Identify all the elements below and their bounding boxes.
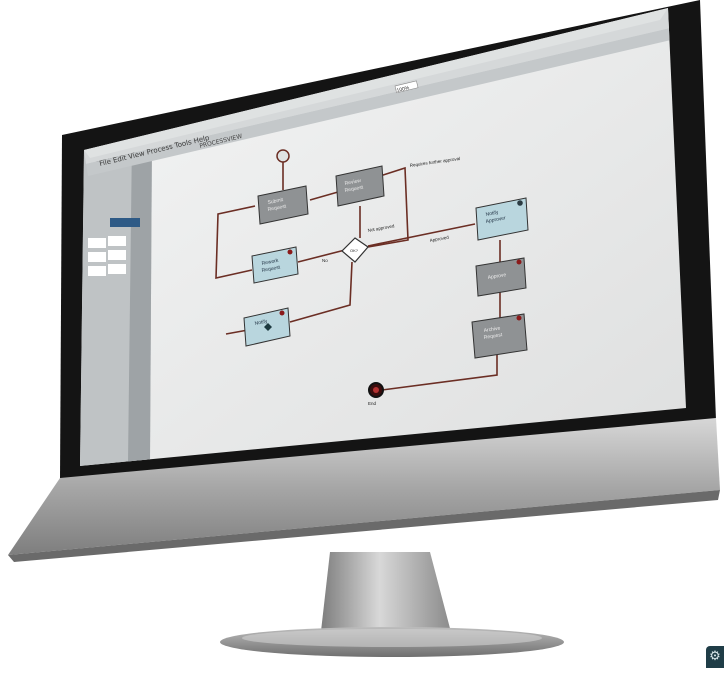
task-archive-request[interactable]: Archive Request	[471, 313, 528, 359]
palette-button[interactable]	[108, 236, 126, 246]
palette-button[interactable]	[108, 250, 126, 260]
desktop-scene: File Edit View Process Tools Help PROCES…	[0, 0, 724, 668]
palette-button[interactable]	[88, 266, 106, 276]
palette-button[interactable]	[108, 264, 126, 274]
palette-swatch-2[interactable]	[110, 218, 140, 227]
stand-neck	[320, 552, 452, 640]
start-event[interactable]	[276, 149, 290, 163]
palette-button[interactable]	[88, 238, 106, 248]
settings-icon[interactable]: ⚙	[706, 646, 724, 668]
gateway-label: OK?	[350, 248, 359, 253]
monitor-illustration: File Edit View Process Tools Help PROCES…	[8, 0, 720, 657]
end-label: End	[368, 401, 377, 406]
palette-button[interactable]	[88, 252, 106, 262]
edge-label: No	[322, 258, 328, 263]
